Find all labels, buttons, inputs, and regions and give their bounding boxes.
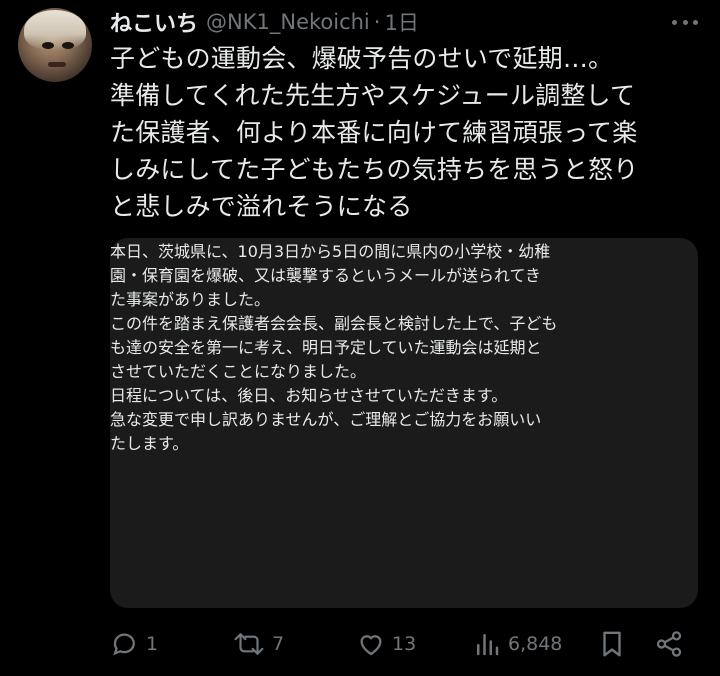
tweet-header: ねこいち @NK1_Nekoichi · 1日 (110, 6, 419, 38)
notice-line: 急な変更で申し訳ありませんが、ご理解とご協力をお願いい (110, 410, 542, 429)
like-button[interactable]: 13 (356, 624, 416, 664)
reply-count: 1 (146, 633, 159, 655)
notice-line: も達の安全を第一に考え、明日予定していた運動会は延期と (110, 338, 542, 357)
avatar-eye-left (42, 42, 54, 49)
avatar[interactable] (18, 8, 92, 82)
notice-line: この件を踏まえ保護者会会長、副会長と検討した上で、子ども (110, 314, 558, 333)
reply-button[interactable]: 1 (110, 624, 158, 664)
tweet-line: 子どもの運動会、爆破予告のせいで延期…。 (110, 44, 614, 73)
more-icon[interactable] (672, 12, 698, 32)
separator-dot: · (373, 10, 381, 34)
timestamp[interactable]: 1日 (384, 7, 418, 37)
bookmark-button[interactable] (598, 624, 626, 664)
tweet-line: と悲しみで溢れそうになる (110, 192, 413, 221)
user-handle[interactable]: @NK1_Nekoichi (206, 10, 370, 34)
notice-line: 本日、茨城県に、10月3日から5日の間に県内の小学校・幼稚 (110, 242, 551, 261)
views-icon (472, 629, 502, 659)
share-button[interactable] (654, 624, 684, 664)
repost-button[interactable]: 7 (232, 624, 284, 664)
notice-line: たします。 (110, 434, 189, 453)
bookmark-icon (598, 629, 626, 659)
like-count: 13 (392, 633, 417, 655)
action-bar: 1 7 13 6,848 (110, 624, 700, 664)
tweet-line: た保護者、何より本番に向けて練習頑張って楽 (110, 118, 638, 147)
notice-line: 日程については、後日、お知らせさせていただきます。 (110, 386, 508, 405)
repost-count: 7 (272, 633, 285, 655)
avatar-hair (24, 10, 86, 50)
tweet-line: 準備してくれた先生方やスケジュール調整して (110, 81, 636, 110)
views-button[interactable]: 6,848 (472, 624, 562, 664)
display-name[interactable]: ねこいち (110, 6, 198, 38)
notice-line: させていただくことになりました。 (110, 362, 367, 381)
repost-icon (232, 629, 266, 659)
notice-line: た事案がありました。 (110, 290, 271, 309)
views-count: 6,848 (508, 633, 563, 655)
reply-icon (110, 629, 140, 659)
tweet-line: しみにしてた子どもたちの気持ちを思うと怒り (110, 155, 639, 184)
attached-image-card[interactable]: 本日、茨城県に、10月3日から5日の間に県内の小学校・幼稚 園・保育園を爆破、又… (110, 238, 698, 608)
share-icon (654, 629, 684, 659)
tweet-text: 子どもの運動会、爆破予告のせいで延期…。 準備してくれた先生方やスケジュール調整… (110, 40, 710, 225)
avatar-eye-right (62, 42, 74, 49)
avatar-mouth (48, 62, 66, 67)
heart-icon (356, 629, 386, 659)
notice-line: 園・保育園を爆破、又は襲撃するというメールが送られてき (110, 266, 542, 285)
